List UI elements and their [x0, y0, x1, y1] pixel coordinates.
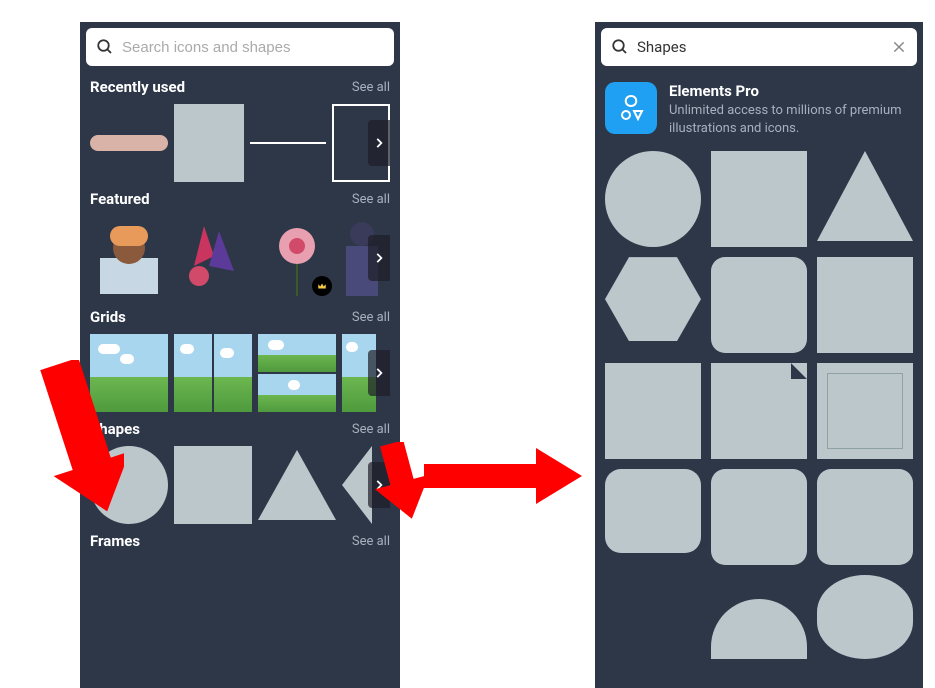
next-button[interactable]: [368, 235, 390, 281]
shape-square[interactable]: [174, 446, 252, 524]
shape-results-grid: [595, 151, 923, 669]
section-title: Frames: [90, 532, 140, 550]
search-value: Shapes: [637, 38, 883, 56]
shape-smooth-rect[interactable]: [605, 469, 701, 553]
shape-circle-2[interactable]: [817, 575, 913, 659]
chevron-right-icon: [372, 366, 386, 380]
promo-subtitle: Unlimited access to millions of premium …: [669, 102, 913, 137]
shape-triangle[interactable]: [258, 450, 336, 520]
grid-two-row[interactable]: [258, 334, 336, 412]
promo-text: Elements Pro Unlimited access to million…: [669, 82, 913, 137]
next-button[interactable]: [368, 350, 390, 396]
section-recently-used: Recently used See all: [80, 72, 400, 184]
illustration-character-sign[interactable]: [90, 216, 168, 300]
recently-used-row: [90, 104, 390, 182]
see-all-link[interactable]: See all: [352, 310, 390, 325]
elements-panel-main: Recently used See all Featured See all: [80, 22, 400, 688]
grid-two-col[interactable]: [174, 334, 252, 412]
elements-pro-promo[interactable]: Elements Pro Unlimited access to million…: [595, 72, 923, 151]
premium-badge: [312, 276, 332, 296]
shape-rounded-square-3[interactable]: [817, 469, 913, 565]
shape-square-2[interactable]: [817, 257, 913, 353]
see-all-link[interactable]: See all: [352, 80, 390, 95]
illustration-abstract-figures[interactable]: [174, 216, 252, 300]
promo-icon: [605, 82, 657, 134]
element-brush-stroke[interactable]: [90, 135, 168, 151]
featured-row: [90, 216, 390, 300]
shape-square[interactable]: [711, 151, 807, 247]
search-icon: [611, 38, 629, 56]
section-frames: Frames See all: [80, 526, 400, 560]
section-title: Featured: [90, 190, 150, 208]
shape-rounded-square[interactable]: [711, 257, 807, 353]
shape-rounded-square-2[interactable]: [711, 469, 807, 565]
annotation-arrow-down-left: [34, 360, 124, 520]
search-box[interactable]: [86, 28, 394, 66]
section-featured: Featured See all: [80, 184, 400, 302]
search-input[interactable]: [122, 39, 384, 56]
next-button[interactable]: [368, 120, 390, 166]
element-square[interactable]: [174, 104, 244, 182]
see-all-link[interactable]: See all: [352, 534, 390, 549]
shape-circle[interactable]: [605, 151, 701, 247]
see-all-link[interactable]: See all: [352, 192, 390, 207]
section-title: Grids: [90, 308, 126, 326]
clear-icon[interactable]: [891, 39, 907, 55]
shape-folded-corner[interactable]: [711, 363, 807, 459]
shape-triangle[interactable]: [817, 151, 913, 241]
element-line[interactable]: [250, 142, 326, 144]
grids-row: [90, 334, 390, 412]
annotation-arrow-down-right: [372, 442, 432, 522]
elements-pro-icon: [616, 93, 646, 123]
section-shapes: Shapes See all: [80, 414, 400, 526]
crown-icon: [317, 281, 327, 291]
search-icon: [96, 38, 114, 56]
shape-hexagon[interactable]: [605, 257, 701, 341]
illustration-flower[interactable]: [258, 216, 336, 300]
chevron-right-icon: [372, 251, 386, 265]
shapes-row: [90, 446, 390, 524]
shape-inset-frame[interactable]: [817, 363, 913, 459]
chevron-right-icon: [372, 136, 386, 150]
shape-square-3[interactable]: [605, 363, 701, 459]
annotation-arrow-right: [424, 448, 584, 504]
see-all-link[interactable]: See all: [352, 422, 390, 437]
elements-panel-shapes-results: Shapes Elements Pro Unlimited access to …: [595, 22, 923, 688]
section-title: Recently used: [90, 78, 185, 96]
section-grids: Grids See all: [80, 302, 400, 414]
shape-half-circle[interactable]: [711, 599, 807, 659]
promo-title: Elements Pro: [669, 82, 913, 100]
search-box[interactable]: Shapes: [601, 28, 917, 66]
